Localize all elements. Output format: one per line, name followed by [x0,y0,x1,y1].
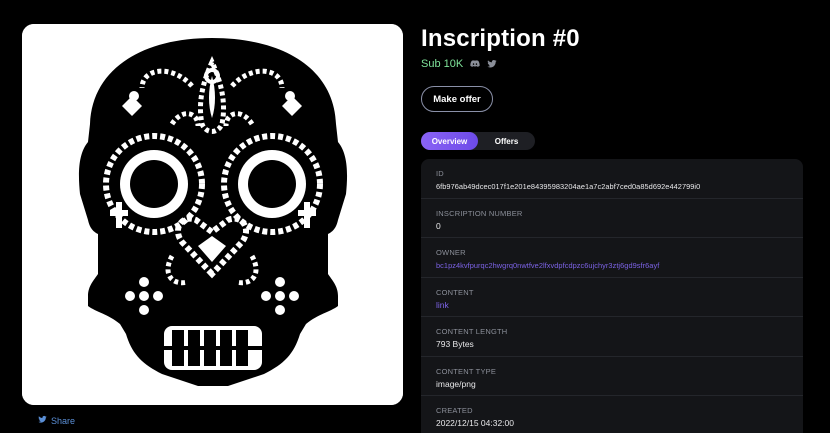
collection-row: Sub 10K [421,58,497,70]
detail-row-created: CREATED 2022/12/15 04:32:00 [421,396,803,433]
inscription-image[interactable] [22,24,403,405]
content-length-value: 793 Bytes [436,339,474,349]
detail-row-content-type: CONTENT TYPE image/png [421,357,803,396]
tab-offers[interactable]: Offers [478,132,535,150]
created-value: 2022/12/15 04:32:00 [436,418,514,428]
tab-overview[interactable]: Overview [421,132,478,150]
discord-icon[interactable] [470,59,480,69]
make-offer-button[interactable]: Make offer [421,86,493,112]
owner-address-link[interactable]: bc1pz4kvfpurqc2hwgrq0nwtfve2lfxvdpfcdpzc… [436,260,788,271]
detail-label: CONTENT LENGTH [436,327,508,336]
detail-label: CONTENT [436,287,474,297]
detail-label: CREATED [436,406,473,415]
inscription-number-value: 0 [436,220,441,231]
sugar-skull-artwork [22,24,403,405]
detail-label: CONTENT TYPE [436,366,497,376]
detail-row-owner: OWNER bc1pz4kvfpurqc2hwgrq0nwtfve2lfxvdp… [421,238,803,278]
details-panel: ID 6fb976ab49dcec017f1e201e84395983204ae… [421,159,803,433]
share-button[interactable]: Share [38,415,75,426]
detail-row-content: CONTENT link [421,278,803,317]
share-label: Share [51,415,76,426]
detail-row-id: ID 6fb976ab49dcec017f1e201e84395983204ae… [421,159,803,199]
page-title: Inscription #0 [421,25,580,52]
tab-bar: Overview Offers [421,132,535,150]
detail-row-inscription-number: INSCRIPTION NUMBER 0 [421,199,803,238]
twitter-share-icon [38,415,47,426]
twitter-icon[interactable] [487,59,497,69]
inscription-id-value: 6fb976ab49dcec017f1e201e84395983204ae1a7… [436,182,701,191]
content-link[interactable]: link [436,300,788,311]
detail-row-content-length: CONTENT LENGTH 793 Bytes [421,317,803,357]
detail-label: INSCRIPTION NUMBER [436,208,523,218]
content-type-value: image/png [436,378,476,389]
collection-link[interactable]: Sub 10K [421,58,463,70]
detail-label: ID [436,169,444,178]
detail-label: OWNER [436,248,466,257]
